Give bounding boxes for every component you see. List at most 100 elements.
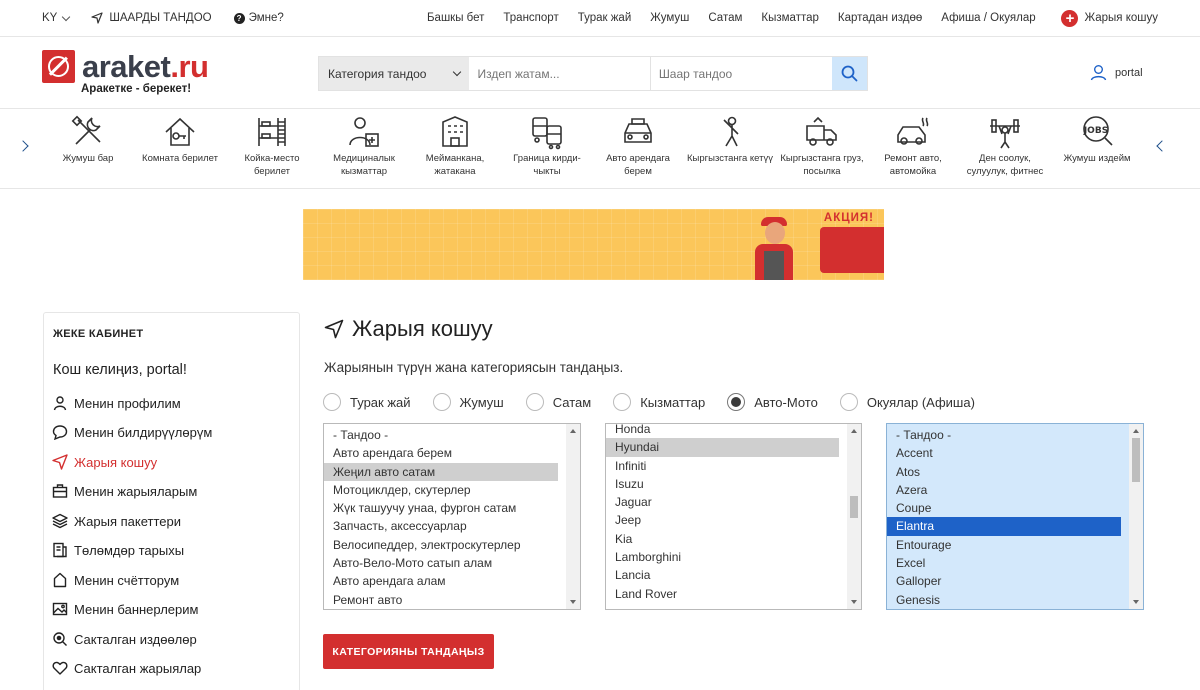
category-item[interactable]: Ремонт авто, автомойка — [868, 114, 958, 178]
radio-circle[interactable] — [839, 393, 858, 411]
city-input[interactable] — [650, 57, 833, 90]
list-option[interactable]: Авто-Вело-Мото сатып алам — [324, 554, 558, 572]
radio-jobs[interactable]: Жумуш — [432, 393, 504, 411]
sidebar-item-accounts[interactable]: Менин счётторум — [52, 572, 179, 588]
nav-home[interactable]: Башкы бет — [427, 12, 484, 24]
radio-circle[interactable] — [432, 393, 451, 411]
category-select[interactable]: Категория тандоо — [319, 57, 470, 90]
site-logo[interactable]: araket.ru — [42, 50, 209, 83]
promo-banner[interactable]: АКЦИЯ! — [303, 209, 884, 280]
list-option[interactable]: Lamborghini — [606, 548, 839, 566]
category-item[interactable]: Комната берилет — [135, 114, 225, 166]
scroll-down-icon[interactable] — [1133, 600, 1139, 604]
city-selector[interactable]: ШААРДЫ ТАНДОО — [91, 12, 212, 24]
scrollbar[interactable] — [1129, 424, 1143, 609]
add-listing-link[interactable]: + Жарыя кошуу — [1061, 9, 1158, 27]
nav-services[interactable]: Кызматтар — [761, 12, 818, 24]
list-option[interactable]: Genesis — [887, 591, 1121, 609]
list-option[interactable]: Запчасть, аксессуарлар — [324, 517, 558, 535]
language-selector[interactable]: KY — [42, 12, 71, 24]
nav-events[interactable]: Афиша / Окуялар — [941, 12, 1035, 24]
brand-listbox[interactable]: Honda Hyundai Infiniti Isuzu Jaguar Jeep… — [605, 423, 862, 610]
list-option[interactable]: Авто арендага берем — [324, 444, 558, 462]
category-listbox[interactable]: - Тандоо - Авто арендага берем Жеңил авт… — [323, 423, 581, 610]
list-option[interactable]: Isuzu — [606, 475, 839, 493]
list-option[interactable]: Велосипеддер, электроскутерлер — [324, 536, 558, 554]
category-item[interactable]: Кыргызстанга кетүү — [685, 114, 775, 166]
nav-housing[interactable]: Турак жай — [578, 12, 632, 24]
category-item[interactable]: Ден соолук, сулуулук, фитнес — [960, 114, 1050, 178]
category-item[interactable]: Граница кирди-чыкты — [502, 114, 592, 178]
scroll-up-icon[interactable] — [851, 429, 857, 433]
category-item[interactable]: Жумуш бар — [43, 114, 133, 166]
list-option[interactable]: Azera — [887, 481, 1121, 499]
what-link[interactable]: ? Эмне? — [233, 12, 284, 24]
nav-jobs[interactable]: Жумуш — [650, 12, 689, 24]
sidebar-item-messages[interactable]: Менин билдирүүлөрүм — [52, 424, 212, 440]
list-option[interactable]: Honda — [606, 424, 839, 438]
list-option-selected[interactable]: Hyundai — [606, 438, 839, 457]
sidebar-item-my-listings[interactable]: Менин жарыяларым — [52, 483, 197, 499]
scrollbar[interactable] — [566, 424, 580, 609]
category-item[interactable]: Койка-место берилет — [227, 114, 317, 178]
chevron-right-icon[interactable] — [17, 140, 29, 152]
scroll-up-icon[interactable] — [570, 429, 576, 433]
list-option[interactable]: Jeep — [606, 511, 839, 529]
category-item[interactable]: Кыргызстанга груз, посылка — [777, 114, 867, 178]
radio-housing[interactable]: Турак жай — [323, 393, 411, 411]
sidebar-item-payments[interactable]: Төлөмдөр тарыхы — [52, 542, 184, 558]
list-option[interactable]: Жүк ташуучу унаа, фургон сатам — [324, 499, 558, 517]
list-option[interactable]: - Тандоо - — [887, 426, 1121, 444]
search-button[interactable] — [832, 57, 867, 90]
scrollbar-thumb[interactable] — [850, 496, 858, 518]
list-option[interactable]: Jaguar — [606, 493, 839, 511]
list-option[interactable]: Infiniti — [606, 457, 839, 475]
list-option[interactable]: Excel — [887, 554, 1121, 572]
list-option[interactable]: Accent — [887, 444, 1121, 462]
select-category-button[interactable]: КАТЕГОРИЯНЫ ТАНДАҢЫЗ — [323, 634, 494, 669]
category-item[interactable]: Мейманкана, жатакана — [410, 114, 500, 178]
list-option[interactable]: Atos — [887, 463, 1121, 481]
scrollbar-thumb[interactable] — [1132, 438, 1140, 482]
list-option[interactable]: Lancia — [606, 566, 839, 584]
radio-circle[interactable] — [613, 393, 632, 411]
list-option[interactable]: Galloper — [887, 572, 1121, 590]
sidebar-item-packages[interactable]: Жарыя пакеттери — [52, 513, 181, 529]
model-listbox[interactable]: - Тандоо - Accent Atos Azera Coupe Elant… — [886, 423, 1144, 610]
sidebar-item-banners[interactable]: Менин баннерлерим — [52, 601, 198, 617]
search-input[interactable] — [469, 57, 651, 90]
category-item[interactable]: JOBS Жумуш издейм — [1052, 114, 1142, 166]
list-option[interactable]: Мотоциклдер, скутерлер — [324, 481, 558, 499]
scroll-down-icon[interactable] — [851, 600, 857, 604]
category-item[interactable]: Медициналык кызматтар — [319, 114, 409, 178]
chevron-left-icon[interactable] — [1156, 140, 1168, 152]
nav-sell[interactable]: Сатам — [708, 12, 742, 24]
list-option[interactable]: Ремонт авто — [324, 591, 558, 609]
sidebar-item-add-listing[interactable]: Жарыя кошуу — [52, 454, 157, 470]
user-menu[interactable]: portal — [1090, 64, 1143, 81]
sidebar-item-saved-searches[interactable]: Сакталган издөөлөр — [52, 631, 197, 647]
list-option[interactable]: Entourage — [887, 536, 1121, 554]
scroll-down-icon[interactable] — [570, 600, 576, 604]
radio-circle[interactable] — [525, 393, 544, 411]
radio-circle-checked[interactable] — [727, 393, 746, 411]
nav-map-search[interactable]: Картадан издөө — [838, 12, 922, 24]
list-option[interactable]: Kia — [606, 530, 839, 548]
radio-auto-moto[interactable]: Авто-Мото — [727, 393, 818, 411]
list-option[interactable]: Авто арендага алам — [324, 572, 558, 590]
sidebar-item-profile[interactable]: Менин профилим — [52, 395, 181, 411]
list-option-selected[interactable]: Elantra — [887, 517, 1121, 536]
list-option[interactable]: - Тандоо - — [324, 426, 558, 444]
nav-transport[interactable]: Транспорт — [503, 12, 558, 24]
scrollbar[interactable] — [847, 424, 861, 609]
list-option[interactable]: Land Rover — [606, 585, 839, 603]
scroll-up-icon[interactable] — [1133, 429, 1139, 433]
radio-circle[interactable] — [323, 393, 341, 411]
list-option[interactable]: Coupe — [887, 499, 1121, 517]
sidebar-item-saved-listings[interactable]: Сакталган жарыялар — [52, 660, 201, 676]
radio-sell[interactable]: Сатам — [525, 393, 591, 411]
category-item[interactable]: Авто арендага берем — [593, 114, 683, 178]
list-option-selected[interactable]: Жеңил авто сатам — [324, 462, 558, 481]
radio-services[interactable]: Кызматтар — [613, 393, 705, 411]
radio-events[interactable]: Окуялар (Афиша) — [839, 393, 975, 411]
